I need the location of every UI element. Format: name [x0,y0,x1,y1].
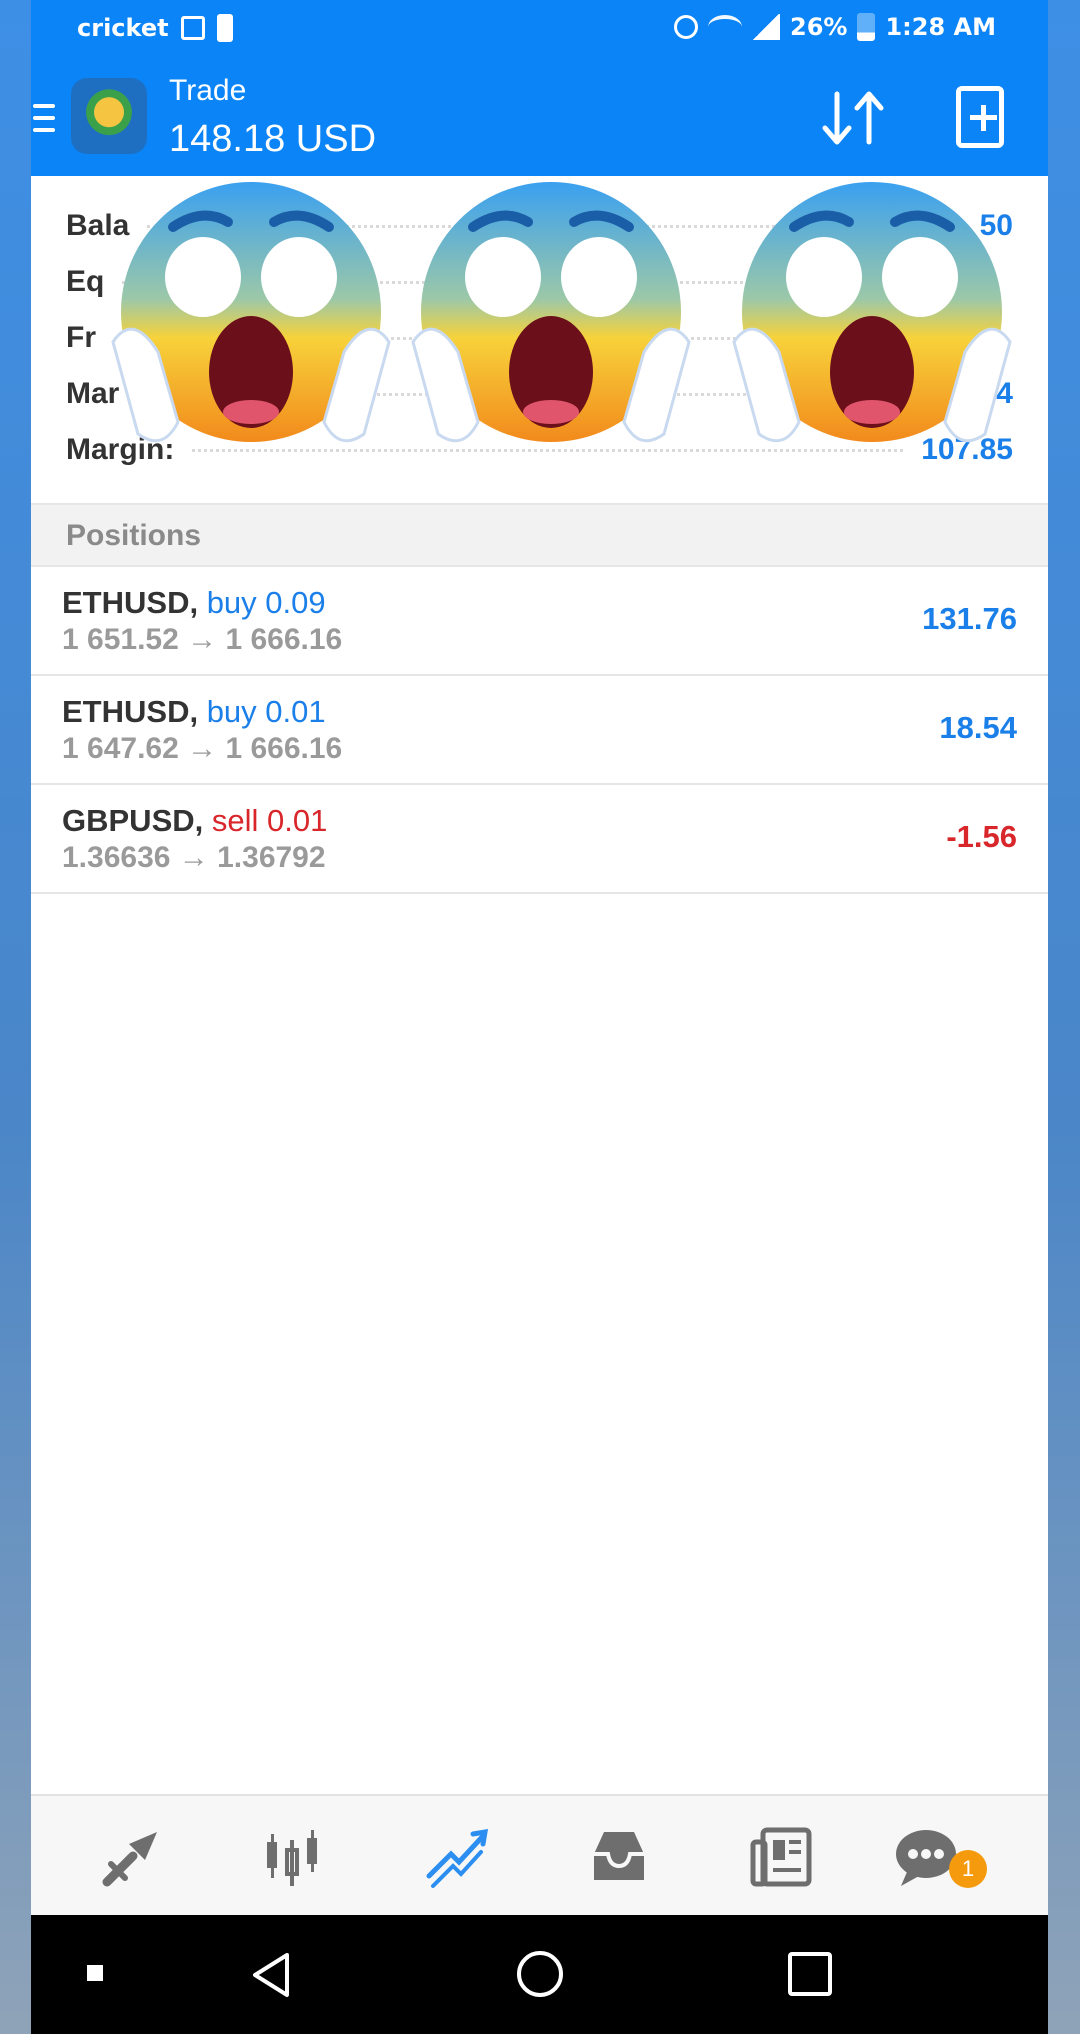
app-screen: cricket 26% 1:28 AM Trade 148.18 USD Bal… [31,0,1048,2034]
sort-icon[interactable] [821,88,887,148]
position-prices: 1 647.62 → 1 666.16 [62,732,343,765]
wifi-icon [708,15,743,39]
alarm-icon [674,15,699,39]
quotes-icon[interactable] [99,1824,165,1890]
screaming-face-emoji-icon [411,182,691,443]
position-title: ETHUSD, buy 0.01 [62,694,326,729]
position-side: sell 0.01 [211,803,328,838]
chat-badge: 1 [949,1850,987,1888]
header-title: Trade [169,74,247,107]
screaming-face-emoji-icon [732,182,1012,443]
battery-percent: 26% [790,13,848,41]
position-row[interactable]: GBPUSD, sell 0.01 1.36636 → 1.36792 -1.5… [31,785,1048,894]
chat-icon[interactable] [893,1824,959,1890]
status-right: 26% 1:28 AM [674,13,996,41]
position-row[interactable]: ETHUSD, buy 0.01 1 647.62 → 1 666.16 18.… [31,676,1048,785]
home-icon[interactable] [517,1951,563,1997]
position-symbol: GBPUSD [62,803,195,838]
position-profit: 131.76 [922,601,1017,636]
gallery-icon [180,16,205,40]
status-time: 1:28 AM [885,13,996,41]
summary-label: Fr [66,321,106,355]
menu-icon[interactable] [33,104,55,132]
trade-icon[interactable] [423,1824,489,1890]
position-side: buy 0.01 [206,694,326,729]
position-profit: -1.56 [946,819,1017,854]
header-balance: 148.18 USD [169,118,377,160]
history-icon[interactable] [586,1824,652,1890]
screaming-face-emoji-icon [111,182,391,443]
position-prices: 1.36636 → 1.36792 [62,841,326,874]
position-prices: 1 651.52 → 1 666.16 [62,623,343,656]
position-symbol: ETHUSD [62,585,190,620]
positions-header: Positions [31,503,1048,567]
app-header: Trade 148.18 USD [31,58,1048,176]
app-logo [71,78,147,154]
position-symbol: ETHUSD [62,694,190,729]
news-icon[interactable] [749,1824,815,1890]
position-row[interactable]: ETHUSD, buy 0.09 1 651.52 → 1 666.16 131… [31,567,1048,676]
chart-icon[interactable] [259,1824,325,1890]
position-title: GBPUSD, sell 0.01 [62,803,328,838]
back-icon[interactable] [249,1951,293,1999]
system-navigation-bar [31,1915,1048,2034]
status-bar: cricket 26% 1:28 AM [31,0,1048,58]
positions-title: Positions [66,519,202,552]
dot-icon[interactable] [87,1965,103,1981]
bottom-navigation: 1 [31,1794,1048,1915]
position-side: buy 0.09 [206,585,326,620]
signal-icon [752,14,781,40]
status-left: cricket [77,14,233,42]
recents-icon[interactable] [788,1952,832,1996]
carrier-name: cricket [77,14,169,42]
battery-saver-icon [216,14,233,42]
battery-icon [857,13,876,41]
position-title: ETHUSD, buy 0.09 [62,585,326,620]
new-order-icon[interactable] [956,86,1004,148]
position-profit: 18.54 [939,710,1017,745]
